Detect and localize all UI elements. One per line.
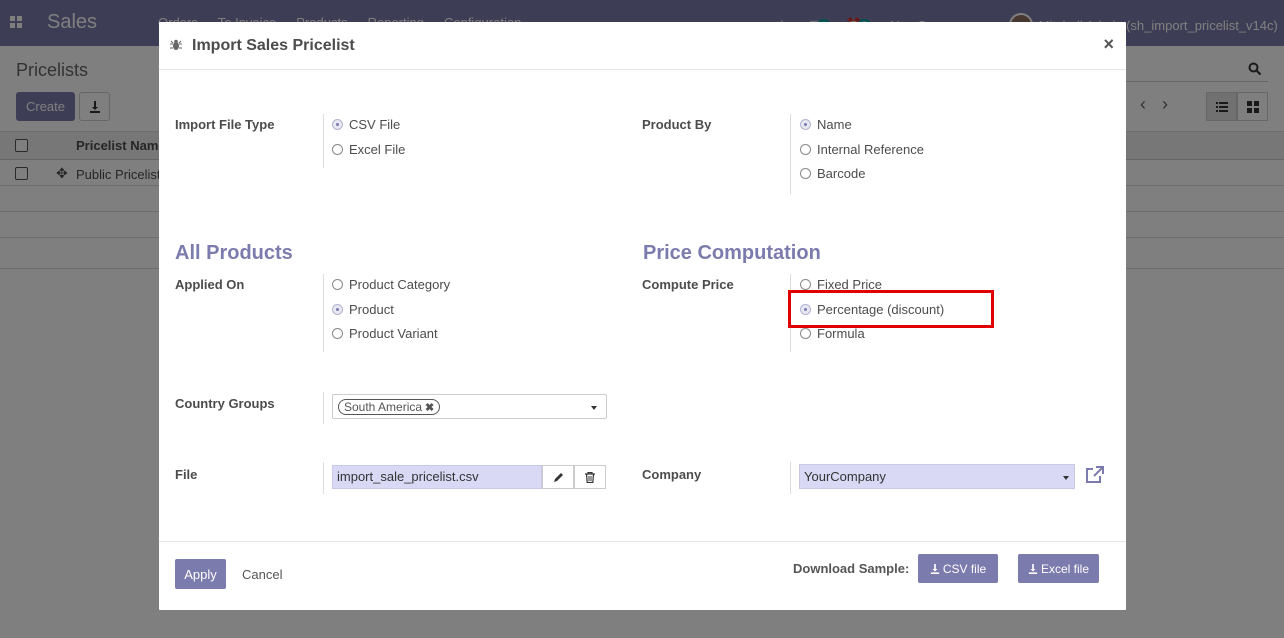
divider	[323, 274, 324, 352]
radio-label: Product	[349, 302, 394, 317]
chevron-down-icon[interactable]	[1063, 476, 1069, 480]
import-pricelist-dialog: Import Sales Pricelist × Import File Typ…	[159, 22, 1126, 610]
radio-label: Internal Reference	[817, 142, 924, 157]
radio-dot[interactable]	[332, 304, 343, 315]
radio-dot[interactable]	[332, 119, 343, 130]
pencil-icon	[553, 472, 563, 482]
external-link-icon[interactable]	[1085, 466, 1105, 484]
bug-icon	[170, 39, 182, 50]
applied-on-label: Applied On	[175, 277, 245, 292]
radio-label: Excel File	[349, 142, 406, 157]
radio-excel-file[interactable]: Excel File	[332, 142, 405, 157]
company-value: YourCompany	[804, 469, 886, 484]
radio-dot[interactable]	[332, 328, 343, 339]
radio-formula[interactable]: Formula	[800, 326, 865, 341]
modal-header: Import Sales Pricelist ×	[159, 22, 1126, 70]
radio-dot[interactable]	[800, 144, 811, 155]
cancel-button[interactable]: Cancel	[242, 567, 282, 582]
tag-south-america: South America ✖	[338, 399, 441, 415]
close-icon[interactable]: ×	[1103, 34, 1114, 55]
radio-product-by-name[interactable]: Name	[800, 117, 852, 132]
compute-price-label: Compute Price	[642, 277, 734, 292]
button-label: Excel file	[1040, 561, 1090, 576]
radio-label: Formula	[817, 326, 865, 341]
edit-file-button[interactable]	[542, 465, 574, 489]
divider	[790, 114, 791, 194]
country-groups-input[interactable]: South America ✖	[332, 394, 607, 419]
chevron-down-icon[interactable]	[591, 406, 597, 410]
download-csv-button[interactable]: CSV file	[918, 554, 998, 583]
radio-label: Product Category	[349, 277, 451, 292]
file-label: File	[175, 467, 198, 482]
divider	[323, 114, 324, 168]
radio-label: Name	[817, 117, 852, 132]
download-icon	[930, 563, 939, 574]
radio-product[interactable]: Product	[332, 302, 394, 317]
radio-dot[interactable]	[800, 279, 811, 290]
company-label: Company	[642, 467, 702, 482]
price-computation-heading: Price Computation	[643, 242, 821, 264]
button-label: CSV file	[942, 561, 987, 576]
radio-dot[interactable]	[800, 168, 811, 179]
radio-barcode[interactable]: Barcode	[800, 166, 865, 181]
apply-button[interactable]: Apply	[175, 559, 226, 589]
highlight-box	[788, 290, 994, 328]
divider	[323, 392, 324, 424]
tag-label: South America	[344, 400, 423, 414]
country-groups-label: Country Groups	[175, 396, 275, 411]
radio-internal-reference[interactable]: Internal Reference	[800, 142, 924, 157]
delete-file-button[interactable]	[574, 465, 606, 489]
file-name-field[interactable]: import_sale_pricelist.csv	[332, 465, 542, 489]
company-select[interactable]: YourCompany	[799, 464, 1075, 489]
divider	[790, 462, 791, 494]
radio-dot[interactable]	[332, 279, 343, 290]
download-icon	[1028, 563, 1038, 574]
import-file-type-label: Import File Type	[175, 117, 275, 132]
modal-footer: Apply Cancel Download Sample: CSV file E…	[159, 541, 1126, 610]
radio-label: Product Variant	[349, 326, 438, 341]
radio-product-category[interactable]: Product Category	[332, 277, 450, 292]
tag-remove-icon[interactable]: ✖	[425, 401, 434, 414]
radio-dot[interactable]	[332, 144, 343, 155]
modal-title: Import Sales Pricelist	[192, 37, 355, 54]
divider	[323, 462, 324, 494]
download-sample-label: Download Sample:	[793, 561, 910, 576]
radio-dot[interactable]	[800, 119, 811, 130]
product-by-label: Product By	[642, 117, 712, 132]
radio-label: Barcode	[817, 166, 866, 181]
download-excel-button[interactable]: Excel file	[1018, 554, 1099, 583]
radio-product-variant[interactable]: Product Variant	[332, 326, 438, 341]
trash-icon	[585, 471, 595, 483]
radio-csv-file[interactable]: CSV File	[332, 117, 400, 132]
all-products-heading: All Products	[175, 242, 293, 264]
radio-dot[interactable]	[800, 328, 811, 339]
radio-label: CSV File	[349, 117, 401, 132]
